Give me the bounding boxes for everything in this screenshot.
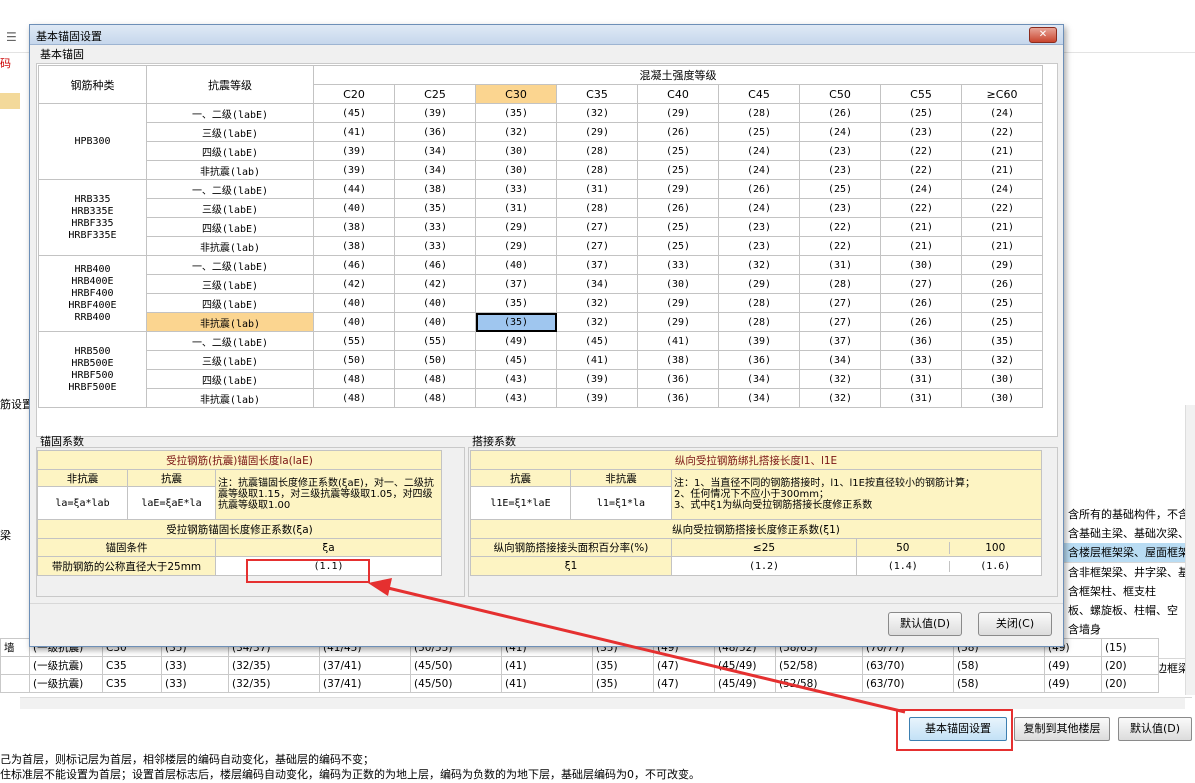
annotation-arrow [368, 578, 906, 714]
